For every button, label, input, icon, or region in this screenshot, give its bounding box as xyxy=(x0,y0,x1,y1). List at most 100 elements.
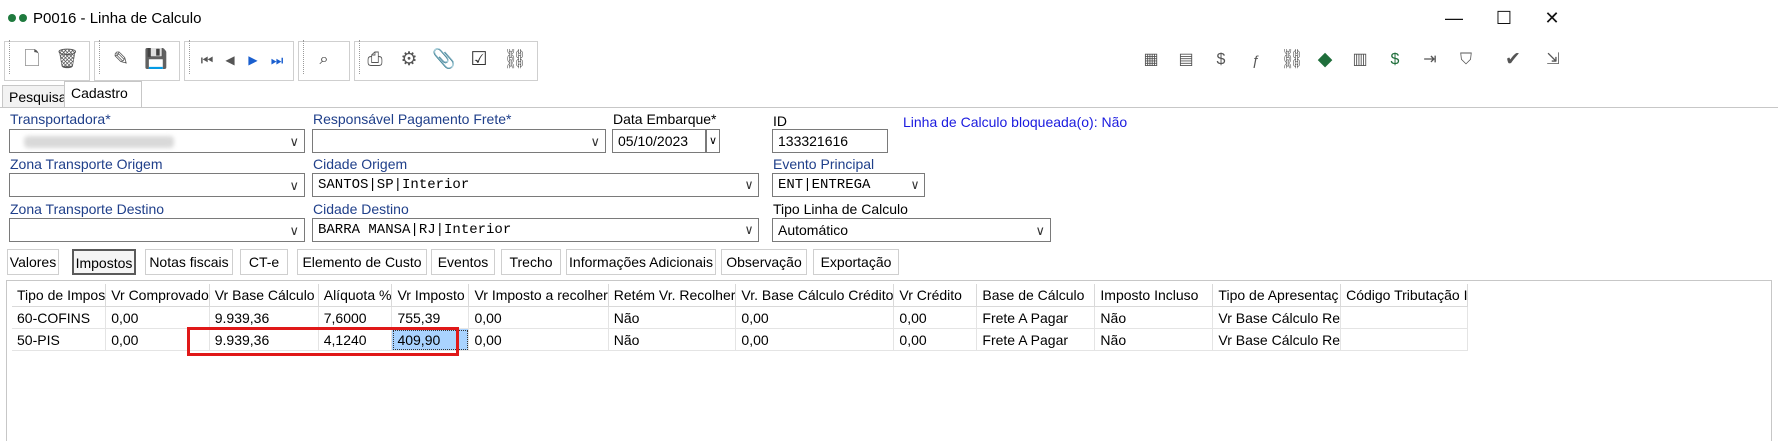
tab-eventos[interactable]: Eventos xyxy=(431,249,495,275)
money-sheet-icon[interactable]: $ xyxy=(1210,49,1232,71)
previous-record-icon[interactable]: ◀ xyxy=(219,49,241,71)
link-icon[interactable]: ⛓ xyxy=(1280,49,1304,71)
check-icon[interactable]: ✔ xyxy=(1502,49,1524,71)
window-title: P0016 - Linha de Calculo xyxy=(33,10,202,27)
column-header[interactable]: Alíquota % xyxy=(318,284,393,307)
cidade-destino-select[interactable]: BARRA MANSA|RJ|Interior ∨ xyxy=(312,218,759,242)
table-cell[interactable]: Frete A Pagar xyxy=(976,328,1096,351)
table-cell[interactable]: Não xyxy=(1094,306,1214,329)
table-cell[interactable]: 0,00 xyxy=(735,306,895,329)
formula-icon[interactable]: ƒ xyxy=(1245,49,1267,71)
tab-trecho[interactable]: Trecho xyxy=(501,249,561,275)
evento-principal-select[interactable]: ENT|ENTREGA ∨ xyxy=(772,173,925,197)
tab-notas-fiscais[interactable]: Notas fiscais xyxy=(145,249,233,275)
new-document-icon[interactable]: 🗋 xyxy=(21,49,43,71)
table-export-icon[interactable]: ⇥ xyxy=(1419,49,1441,71)
column-header[interactable]: Tipo de Apresentaç xyxy=(1212,284,1342,307)
column-header[interactable]: Base de Cálculo xyxy=(976,284,1096,307)
column-header[interactable]: Vr Imposto a recolher xyxy=(468,284,609,307)
save-icon[interactable]: 💾 xyxy=(144,49,168,71)
chevron-down-icon: ∨ xyxy=(1035,223,1045,238)
table-cell[interactable]: 0,00 xyxy=(105,306,210,329)
shield-icon[interactable]: ⛉ xyxy=(1455,49,1477,71)
tab-valores[interactable]: Valores xyxy=(7,249,59,275)
maximize-icon[interactable]: ☐ xyxy=(1489,6,1519,30)
sheet-settings-icon[interactable]: ▥ xyxy=(1349,49,1371,71)
tipo-linha-select[interactable]: Automático ∨ xyxy=(772,218,1051,242)
table-row[interactable]: 60-COFINS 0,00 9.939,36 7,6000 755,39 0,… xyxy=(12,306,1469,329)
column-header[interactable]: Vr Imposto xyxy=(391,284,470,307)
column-header[interactable]: Vr Base Cálculo xyxy=(209,284,319,307)
tab-exportacao[interactable]: Exportação xyxy=(813,249,899,275)
id-label: ID xyxy=(773,113,787,129)
table-cell[interactable]: 60-COFINS xyxy=(12,306,107,329)
table-cell[interactable]: Frete A Pagar xyxy=(976,306,1096,329)
id-input[interactable]: 133321616 xyxy=(772,129,888,153)
zona-origem-select[interactable]: ∨ xyxy=(9,173,305,197)
column-header[interactable]: Retém Vr. Recolher xyxy=(608,284,737,307)
table-cell[interactable] xyxy=(1340,306,1469,329)
table-cell[interactable]: Vr Base Cálculo Re xyxy=(1212,328,1342,351)
tab-informacoes-adicionais[interactable]: Informações Adicionais xyxy=(566,249,716,275)
transportadora-label: Transportadora* xyxy=(10,111,111,127)
attachment-icon[interactable]: 📎 xyxy=(432,49,456,71)
table-cell[interactable]: 50-PIS xyxy=(12,328,107,351)
chevron-down-icon: ∨ xyxy=(590,134,600,149)
tab-cadastro[interactable]: Cadastro xyxy=(64,81,142,108)
table-cell[interactable]: 755,39 xyxy=(391,306,470,329)
column-header[interactable]: Vr. Base Cálculo Crédito xyxy=(735,284,895,307)
tab-cte[interactable]: CT-e xyxy=(240,249,288,275)
table-cell[interactable]: 0,00 xyxy=(468,328,609,351)
cidade-origem-select[interactable]: SANTOS|SP|Interior ∨ xyxy=(312,173,759,197)
date-picker-icon[interactable]: ∨ xyxy=(706,129,720,153)
table-cell[interactable]: 0,00 xyxy=(893,328,978,351)
tab-divider xyxy=(0,107,1778,108)
responsavel-label: Responsável Pagamento Frete* xyxy=(313,111,512,127)
table-cell[interactable]: Vr Base Cálculo Re xyxy=(1212,306,1342,329)
close-icon[interactable]: ✕ xyxy=(1537,6,1567,30)
diamond-icon[interactable]: ◆ xyxy=(1314,49,1336,71)
table-cell[interactable]: 0,00 xyxy=(468,306,609,329)
calculator-icon[interactable]: ▦ xyxy=(1140,49,1162,71)
search-records-icon[interactable]: ⌕ xyxy=(313,49,335,71)
column-header[interactable]: Tipo de Impos xyxy=(12,284,107,307)
table-cell[interactable]: 0,00 xyxy=(735,328,895,351)
next-record-icon[interactable]: ▶ xyxy=(242,49,264,71)
table-cell[interactable]: 0,00 xyxy=(893,306,978,329)
table-cell[interactable] xyxy=(1340,328,1469,351)
print-icon[interactable]: ⎙ xyxy=(364,49,386,71)
zona-origem-label: Zona Transporte Origem xyxy=(10,156,163,172)
column-header[interactable]: Vr Comprovado xyxy=(105,284,210,307)
exit-icon[interactable]: ⇲ xyxy=(1542,49,1564,71)
data-embarque-input[interactable]: 05/10/2023 xyxy=(612,129,706,153)
data-embarque-label: Data Embarque* xyxy=(613,111,717,127)
edit-icon[interactable]: ✎ xyxy=(110,49,132,71)
tab-observacao[interactable]: Observação xyxy=(721,249,807,275)
table-cell[interactable]: 9.939,36 xyxy=(209,306,319,329)
toolbar-grip xyxy=(303,40,307,74)
table-cell[interactable]: Não xyxy=(608,328,737,351)
column-header[interactable]: Vr Crédito xyxy=(893,284,978,307)
last-record-icon[interactable]: ⏭ xyxy=(266,49,288,71)
minimize-icon[interactable]: — xyxy=(1439,6,1469,30)
chevron-down-icon: ∨ xyxy=(745,178,753,193)
column-header[interactable]: Código Tributação I xyxy=(1340,284,1469,307)
table-cell[interactable]: 7,6000 xyxy=(318,306,393,329)
tab-impostos[interactable]: Impostos xyxy=(72,249,136,275)
zona-destino-label: Zona Transporte Destino xyxy=(10,201,165,217)
tab-elemento-de-custo[interactable]: Elemento de Custo xyxy=(297,249,427,275)
settings-icon[interactable]: ⚙ xyxy=(398,49,420,71)
zona-destino-select[interactable]: ∨ xyxy=(9,218,305,242)
table-cell[interactable]: Não xyxy=(1094,328,1214,351)
checkbox-icon[interactable]: ☑ xyxy=(468,49,490,71)
tipo-linha-label: Tipo Linha de Calculo xyxy=(773,201,908,217)
column-header[interactable]: Imposto Incluso xyxy=(1094,284,1214,307)
first-record-icon[interactable]: ⏮ xyxy=(196,49,218,71)
calendar-grid-icon[interactable]: ▤ xyxy=(1175,49,1197,71)
money-refresh-icon[interactable]: $ xyxy=(1384,49,1406,71)
table-cell[interactable]: Não xyxy=(608,306,737,329)
link-icon[interactable]: ⛓ xyxy=(503,49,527,71)
transportadora-select[interactable]: ∨ xyxy=(9,129,305,153)
trash-icon[interactable]: 🗑 xyxy=(55,49,79,71)
responsavel-select[interactable]: ∨ xyxy=(312,129,606,153)
